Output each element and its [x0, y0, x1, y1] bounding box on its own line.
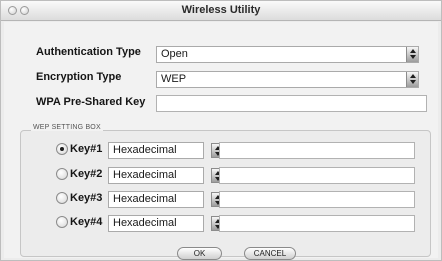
key3-format-select[interactable]: Hexadecimal — [108, 191, 223, 208]
content-area: Authentication Type Open Encryption Type… — [4, 22, 438, 260]
key2-format-select[interactable]: Hexadecimal — [108, 167, 223, 184]
key4-label: Key#4 — [70, 216, 103, 228]
ok-button[interactable]: OK — [177, 247, 222, 260]
window-title: Wireless Utility — [181, 4, 261, 16]
chevron-updown-icon[interactable] — [406, 72, 418, 87]
wireless-utility-window: Wireless Utility Authentication Type Ope… — [0, 0, 442, 261]
key1-format-value: Hexadecimal — [113, 144, 177, 156]
key1-input[interactable] — [219, 142, 415, 159]
key2-label: Key#2 — [70, 168, 103, 180]
key2-radio[interactable] — [56, 168, 68, 180]
wpa-key-label: WPA Pre-Shared Key — [36, 96, 146, 108]
key2-format-value: Hexadecimal — [113, 169, 177, 181]
wep-box-title: WEP SETTING BOX — [31, 124, 103, 131]
key4-format-select[interactable]: Hexadecimal — [108, 215, 223, 232]
titlebar: Wireless Utility — [1, 1, 441, 21]
enc-type-select[interactable]: WEP — [156, 71, 419, 88]
key2-input[interactable] — [219, 167, 415, 184]
key4-format-value: Hexadecimal — [113, 217, 177, 229]
key4-radio[interactable] — [56, 216, 68, 228]
enc-type-label: Encryption Type — [36, 71, 122, 83]
auth-type-select[interactable]: Open — [156, 46, 419, 63]
key3-format-value: Hexadecimal — [113, 193, 177, 205]
key3-label: Key#3 — [70, 192, 103, 204]
key1-format-select[interactable]: Hexadecimal — [108, 142, 223, 159]
chevron-updown-icon[interactable] — [406, 47, 418, 62]
enc-type-value: WEP — [161, 73, 187, 85]
key3-radio[interactable] — [56, 192, 68, 204]
key1-radio[interactable] — [56, 143, 68, 155]
key1-label: Key#1 — [70, 143, 103, 155]
auth-type-label: Authentication Type — [36, 46, 141, 58]
key4-input[interactable] — [219, 215, 415, 232]
key3-input[interactable] — [219, 191, 415, 208]
wpa-key-input[interactable] — [156, 95, 427, 112]
auth-type-value: Open — [161, 48, 188, 60]
cancel-button[interactable]: CANCEL — [244, 247, 296, 260]
